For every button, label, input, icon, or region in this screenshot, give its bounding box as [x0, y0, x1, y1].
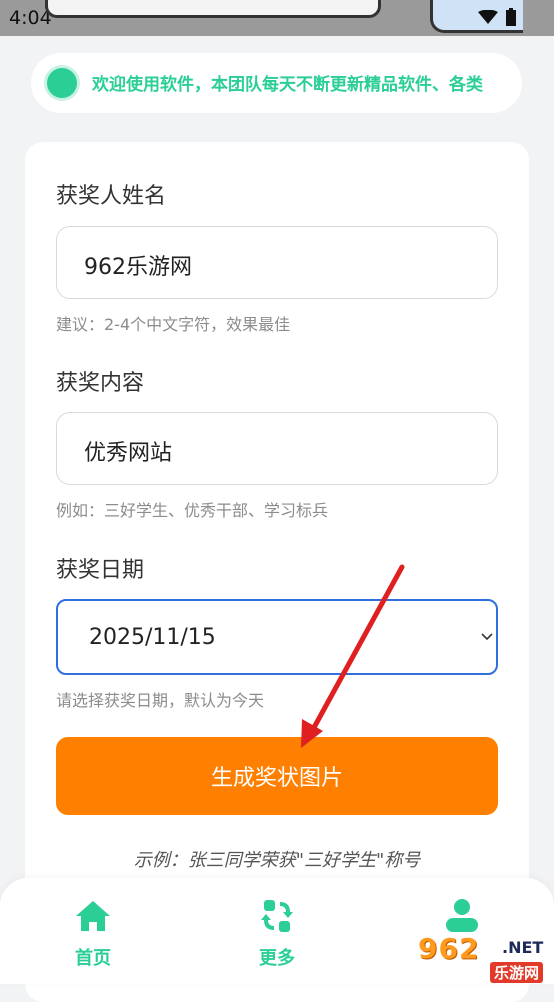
watermark-number: 962 [418, 932, 480, 965]
date-label: 获奖日期 [56, 558, 145, 583]
banner-image [45, 0, 381, 18]
content-label: 获奖内容 [56, 371, 145, 396]
watermark-logo: 962 .NET 乐游网 [412, 932, 554, 984]
example-text: 示例：张三同学荣获"三好学生"称号 [133, 850, 421, 871]
content-input[interactable]: 优秀网站 [56, 412, 498, 485]
user-icon [446, 899, 478, 932]
name-input-value: 962乐游网 [84, 255, 192, 280]
name-label: 获奖人姓名 [56, 184, 167, 209]
nav-item-home[interactable]: 首页 [33, 878, 153, 984]
name-hint: 建议：2-4个中文字符，效果最佳 [56, 315, 291, 334]
date-hint: 请选择获奖日期，默认为今天 [56, 691, 265, 710]
date-select-value: 2025/11/15 [89, 625, 216, 650]
status-bar: 4:04 [0, 0, 554, 36]
name-input[interactable]: 962乐游网 [56, 226, 498, 299]
refresh-grid-icon [261, 900, 293, 932]
nav-label-more: 更多 [259, 948, 295, 969]
home-icon [76, 901, 110, 931]
battery-icon [506, 8, 516, 26]
notice-text: 欢迎使用软件，本团队每天不断更新精品软件、各类 [92, 75, 483, 95]
wifi-icon [478, 10, 498, 24]
generate-certificate-button[interactable]: 生成奖状图片 [56, 737, 498, 815]
watermark-domain: .NET [502, 938, 544, 957]
watermark-name: 乐游网 [490, 962, 544, 983]
content-hint: 例如：三好学生、优秀干部、学习标兵 [56, 501, 329, 520]
notice-dot-icon [47, 68, 77, 98]
notice-bar: 欢迎使用软件，本团队每天不断更新精品软件、各类 [31, 53, 522, 113]
nav-label-home: 首页 [75, 948, 111, 969]
chevron-down-icon [481, 633, 493, 641]
content-input-value: 优秀网站 [84, 441, 173, 466]
nav-item-more[interactable]: 更多 [217, 878, 337, 984]
date-select[interactable]: 2025/11/15 [56, 599, 498, 675]
